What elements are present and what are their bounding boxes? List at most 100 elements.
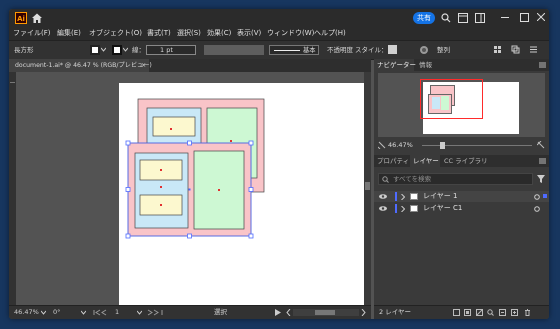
navigator-zoom-value[interactable]: 46.47%: [388, 140, 413, 150]
panel-menu-icon[interactable]: [539, 158, 546, 164]
locate-object-icon[interactable]: [464, 309, 471, 316]
chevron-down-icon[interactable]: [81, 310, 86, 315]
tab-info[interactable]: 情報: [419, 59, 432, 71]
menu-help[interactable]: ヘルプ(H): [314, 28, 346, 39]
center-point: [218, 189, 220, 191]
navigator-zoom-thumb[interactable]: [440, 142, 445, 149]
menu-effect[interactable]: 効果(C): [207, 28, 231, 39]
artwork[interactable]: [119, 83, 365, 305]
chevron-left-icon[interactable]: [286, 309, 291, 316]
arrange-documents-icon[interactable]: [458, 13, 468, 23]
tab-cc-libraries[interactable]: CC ライブラリ: [444, 155, 488, 167]
chevron-down-icon[interactable]: [123, 47, 128, 52]
tab-properties[interactable]: プロパティ: [377, 155, 409, 167]
first-previous-artboard-icon[interactable]: [93, 309, 113, 316]
workspace-icon[interactable]: [475, 13, 485, 23]
selection-indicator[interactable]: [543, 194, 547, 198]
toolbar-grip[interactable]: [10, 82, 15, 83]
zoom-out-icon[interactable]: [378, 141, 386, 149]
eye-icon[interactable]: [379, 194, 387, 199]
chevron-right-icon[interactable]: [361, 309, 366, 316]
layers-tabs: プロパティ レイヤー CC ライブラリ: [374, 155, 549, 167]
navigator-view-box[interactable]: [420, 79, 483, 119]
tab-navigator[interactable]: ナビゲーター: [374, 59, 416, 71]
zoom-in-icon[interactable]: [537, 141, 545, 149]
center-point: [160, 186, 162, 188]
transform-icon[interactable]: [493, 45, 502, 54]
target-icon[interactable]: [534, 194, 540, 200]
tab-layers[interactable]: レイヤー: [410, 155, 440, 167]
layer-name[interactable]: レイヤー 1: [423, 191, 457, 202]
chevron-down-icon[interactable]: [137, 310, 142, 315]
new-layer-icon[interactable]: [511, 309, 518, 316]
fill-swatch[interactable]: [90, 45, 100, 55]
export-icon[interactable]: [453, 309, 460, 316]
next-last-artboard-icon[interactable]: [147, 309, 169, 316]
filter-icon[interactable]: [537, 175, 545, 183]
brush-field[interactable]: 基本: [269, 45, 319, 55]
horizontal-scroll-thumb[interactable]: [315, 310, 335, 315]
target-icon[interactable]: [534, 206, 540, 212]
chevron-right-icon[interactable]: [401, 206, 405, 212]
recolor-icon[interactable]: [419, 45, 429, 55]
play-icon[interactable]: [275, 309, 281, 316]
layer-row[interactable]: レイヤー 1: [374, 191, 549, 202]
clipping-mask-icon[interactable]: [476, 309, 483, 316]
rotation-value[interactable]: 0°: [53, 308, 60, 317]
style-swatch[interactable]: [388, 45, 397, 54]
artboard-index[interactable]: 1: [115, 308, 119, 317]
title-bar: Ai 共有: [9, 9, 549, 27]
object-type-label: 長方形: [14, 46, 34, 54]
layers-footer: 2 レイヤー: [374, 305, 549, 319]
vertical-scroll-thumb[interactable]: [365, 182, 370, 190]
navigator-preview[interactable]: [378, 73, 545, 137]
stroke-swatch[interactable]: [112, 45, 122, 55]
back-rect-yellow: [152, 116, 196, 137]
control-bar: 長方形 線： 1 pt 基本 不透明度 スタイル： 整列: [9, 40, 549, 60]
eye-icon[interactable]: [379, 206, 387, 211]
chevron-down-icon[interactable]: [101, 47, 106, 52]
vertical-scrollbar[interactable]: [364, 72, 371, 305]
close-window-button[interactable]: [537, 13, 545, 21]
menu-edit[interactable]: 編集(E): [57, 28, 81, 39]
layer-row[interactable]: レイヤー C1: [374, 203, 549, 214]
chevron-down-icon[interactable]: [41, 310, 46, 315]
search-icon[interactable]: [487, 309, 494, 316]
menu-file[interactable]: ファイル(F): [13, 28, 51, 39]
menu-bar: ファイル(F) 編集(E) オブジェクト(O) 書式(T) 選択(S) 効果(C…: [9, 27, 549, 40]
share-button[interactable]: 共有: [413, 12, 435, 24]
opacity-label[interactable]: 不透明度: [327, 45, 353, 55]
menu-object[interactable]: オブジェクト(O): [89, 28, 142, 39]
selection-center: [188, 188, 191, 191]
menu-type[interactable]: 書式(T): [147, 28, 171, 39]
shape-modes-icon[interactable]: [511, 45, 520, 54]
panel-menu-icon[interactable]: [529, 45, 538, 54]
layer-name[interactable]: レイヤー C1: [423, 203, 462, 214]
chevron-right-icon[interactable]: [401, 194, 405, 200]
navigator-zoom-row: 46.47%: [374, 140, 549, 150]
center-point: [160, 169, 162, 171]
new-sublayer-icon[interactable]: [499, 309, 506, 316]
layer-search-placeholder: すべてを検索: [393, 175, 432, 183]
search-icon[interactable]: [441, 13, 451, 23]
menu-select[interactable]: 選択(S): [177, 28, 201, 39]
brush-line: [274, 50, 300, 51]
minimize-button[interactable]: [501, 17, 509, 18]
menu-view[interactable]: 表示(V): [237, 28, 261, 39]
tools-panel: [9, 72, 16, 305]
stroke-weight-field[interactable]: 1 pt: [146, 45, 196, 55]
variable-width-field[interactable]: [204, 45, 264, 55]
document-tab[interactable]: document-1.ai* @ 46.47 % (RGB/プレビュー) ×: [9, 59, 152, 72]
layer-thumbnail: [410, 205, 418, 212]
trash-icon[interactable]: [524, 309, 531, 316]
navigator-zoom-slider[interactable]: [422, 142, 532, 149]
layer-search-field[interactable]: すべてを検索: [378, 173, 533, 185]
horizontal-scrollbar[interactable]: [293, 309, 359, 316]
close-tab-icon[interactable]: ×: [141, 59, 146, 72]
panel-menu-icon[interactable]: [539, 62, 546, 68]
zoom-value[interactable]: 46.47%: [14, 308, 39, 317]
home-icon[interactable]: [31, 12, 43, 24]
menu-window[interactable]: ウィンドウ(W): [267, 28, 314, 39]
maximize-button[interactable]: [520, 13, 529, 22]
align-label[interactable]: 整列: [437, 45, 450, 55]
